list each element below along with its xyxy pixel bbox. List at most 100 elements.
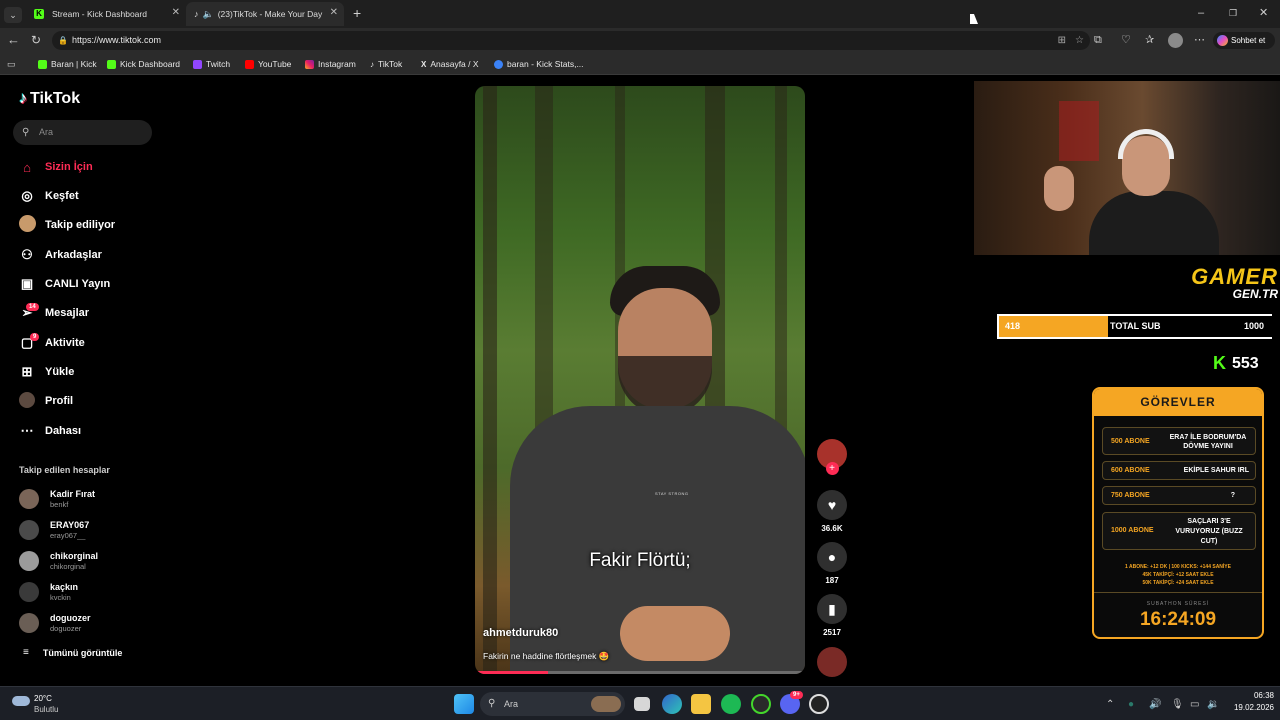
nav-following[interactable]: Takip ediliyor bbox=[18, 215, 115, 234]
video-progress-fill bbox=[475, 671, 548, 674]
file-explorer-icon[interactable] bbox=[691, 694, 711, 714]
tray-app-icon[interactable]: ● bbox=[1128, 698, 1134, 712]
video-progress-track[interactable] bbox=[475, 671, 805, 674]
extensions-icon[interactable]: ⧉ bbox=[1094, 33, 1102, 47]
edge-icon[interactable] bbox=[662, 694, 682, 714]
instagram-icon bbox=[305, 59, 314, 69]
search-input[interactable]: ⚲ Ara bbox=[13, 120, 152, 145]
like-button[interactable]: ♥ 36.6K bbox=[816, 490, 848, 533]
spotify-icon[interactable] bbox=[721, 694, 741, 714]
copilot-button[interactable]: Sohbet et bbox=[1213, 32, 1275, 49]
tasks-title: GÖREVLER bbox=[1094, 389, 1262, 416]
refresh-icon[interactable]: ↻ bbox=[31, 33, 41, 47]
settings-more-icon[interactable]: ⋯ bbox=[1194, 33, 1205, 47]
music-disc-icon bbox=[817, 647, 847, 677]
task-item: 600 ABONE EKİPLE SAHUR IRL bbox=[1102, 461, 1256, 480]
nav-upload[interactable]: ⊞ Yükle bbox=[18, 363, 75, 381]
nav-activity[interactable]: ▢ Aktivite bbox=[18, 334, 85, 352]
search-icon: ⚲ bbox=[488, 698, 496, 709]
nav-friends[interactable]: ⚇ Arkadaşlar bbox=[18, 246, 102, 264]
tab-tiktok[interactable]: ♪ 🔈 (23)TikTok - Make Your Day ✕ bbox=[186, 2, 344, 26]
address-bar-row: ← ↻ 🔒 https://www.tiktok.com ⊞ ☆ ⧉ ♡ ✰ ⋯… bbox=[0, 28, 1280, 53]
nav-label: Aktivite bbox=[45, 337, 85, 349]
nav-live[interactable]: ▣ CANLI Yayın bbox=[18, 275, 110, 293]
avatar bbox=[19, 551, 39, 571]
tab-audio-icon[interactable]: 🔈 bbox=[203, 9, 214, 20]
video-author[interactable]: ahmetduruk80 bbox=[483, 627, 558, 639]
bookmark-instagram[interactable]: Instagram bbox=[305, 57, 356, 71]
task-view-icon[interactable] bbox=[634, 697, 650, 711]
account-name: chikorginal bbox=[50, 551, 99, 561]
new-tab-icon[interactable]: + bbox=[353, 6, 361, 20]
clock[interactable]: 06:38 19.02.2026 bbox=[1224, 691, 1274, 712]
bookmark-kick-stats[interactable]: baran - Kick Stats,... bbox=[494, 57, 584, 71]
tab-kick-dashboard[interactable]: K Stream - Kick Dashboard ✕ bbox=[26, 2, 186, 26]
app-available-icon[interactable]: ⊞ bbox=[1058, 31, 1066, 50]
nav-profile[interactable]: Profil bbox=[18, 391, 74, 410]
url-text: https://www.tiktok.com bbox=[72, 35, 162, 45]
bookmark-baran-kick[interactable]: Baran | Kick bbox=[38, 57, 97, 71]
obs-icon[interactable] bbox=[809, 694, 829, 714]
nav-more[interactable]: ⋯ Dahası bbox=[18, 422, 82, 440]
author-avatar-button[interactable]: + bbox=[816, 439, 848, 475]
nav-explore[interactable]: ◎ Keşfet bbox=[18, 187, 78, 205]
subathon-timer: 16:24:09 bbox=[1139, 609, 1217, 630]
video-player[interactable]: STAY STRONG Fakir Flörtü; ahmetduruk80 F… bbox=[475, 86, 805, 674]
task-goal: 750 ABONE bbox=[1111, 492, 1150, 499]
live-icon: ▣ bbox=[20, 276, 34, 291]
taskbar-search[interactable]: ⚲ Ara bbox=[480, 692, 625, 716]
see-all-button[interactable]: ≡ Tümünü görüntüle bbox=[23, 647, 122, 658]
upload-icon: ⊞ bbox=[21, 364, 33, 379]
nav-label: Arkadaşlar bbox=[45, 249, 102, 261]
headphones-image bbox=[1118, 129, 1174, 159]
maximize-icon[interactable]: ❐ bbox=[1229, 6, 1237, 20]
browser-essentials-icon[interactable]: ♡ bbox=[1121, 33, 1131, 47]
account-handle: kvckin bbox=[50, 593, 71, 602]
logo-text: TikTok bbox=[30, 90, 81, 107]
close-tab-icon[interactable]: ✕ bbox=[330, 7, 338, 18]
bookmark-icon: ▮ bbox=[817, 594, 847, 624]
close-tab-icon[interactable]: ✕ bbox=[172, 7, 180, 18]
network-icon[interactable]: ▭ bbox=[1190, 698, 1199, 712]
tiktok-logo[interactable]: ♪ TikTok bbox=[19, 90, 80, 108]
save-button[interactable]: ▮ 2517 bbox=[816, 594, 848, 637]
search-placeholder: Ara bbox=[39, 127, 54, 137]
bookmark-youtube[interactable]: YouTube bbox=[245, 57, 291, 71]
bookmark-twitch[interactable]: Twitch bbox=[193, 57, 230, 71]
music-disc-button[interactable] bbox=[816, 647, 848, 677]
bookmark-tiktok[interactable]: ♪ TikTok bbox=[370, 57, 402, 71]
red-light-image bbox=[1059, 101, 1099, 161]
nav-label: Sizin İçin bbox=[45, 161, 93, 173]
nav-label: CANLI Yayın bbox=[45, 278, 111, 290]
workspace-icon[interactable]: ▭ bbox=[7, 57, 16, 71]
bookmark-label: Instagram bbox=[318, 59, 356, 69]
weather-widget[interactable]: 20°C Bulutlu bbox=[10, 691, 80, 717]
razer-icon[interactable] bbox=[751, 694, 771, 714]
bookmark-kick-dashboard[interactable]: Kick Dashboard bbox=[107, 57, 180, 71]
microphone-icon[interactable]: 🎙 bbox=[1171, 698, 1184, 712]
nav-for-you[interactable]: ⌂ Sizin İçin bbox=[18, 158, 93, 176]
tab-actions-icon[interactable]: ⌄ bbox=[4, 7, 22, 23]
tab-title: (23)TikTok - Make Your Day bbox=[217, 9, 323, 19]
profile-avatar[interactable] bbox=[1168, 33, 1183, 48]
speaker-icon[interactable]: 🔉 bbox=[1207, 698, 1219, 712]
task-text: ERA7 İLE BODRUM'DA DÖVME YAYINI bbox=[1169, 434, 1247, 450]
start-windows-icon[interactable] bbox=[454, 694, 474, 714]
bookmark-label: Baran | Kick bbox=[51, 59, 97, 69]
close-window-icon[interactable]: ✕ bbox=[1259, 6, 1268, 20]
back-icon[interactable]: ← bbox=[7, 33, 20, 47]
nav-label: Profil bbox=[45, 395, 74, 407]
url-input[interactable]: 🔒 https://www.tiktok.com ⊞ ☆ bbox=[52, 31, 1090, 50]
follow-plus-icon[interactable]: + bbox=[825, 462, 839, 475]
tray-overflow-icon[interactable]: ⌃ bbox=[1106, 698, 1114, 712]
comment-button[interactable]: ● 187 bbox=[816, 542, 848, 585]
favorite-star-icon[interactable]: ☆ bbox=[1075, 31, 1084, 50]
volume-icon[interactable]: 🔊 bbox=[1149, 698, 1161, 712]
favorites-icon[interactable]: ✰ bbox=[1145, 33, 1154, 47]
comment-count: 187 bbox=[825, 576, 839, 585]
minimize-icon[interactable]: – bbox=[1198, 6, 1204, 20]
avatar bbox=[19, 520, 39, 540]
avatar bbox=[19, 582, 39, 602]
task-item: 1000 ABONE SAÇLARI 3'E VURUYORUZ (BUZZ CU… bbox=[1102, 512, 1256, 550]
bookmark-x[interactable]: X Anasayfa / X bbox=[421, 57, 479, 71]
